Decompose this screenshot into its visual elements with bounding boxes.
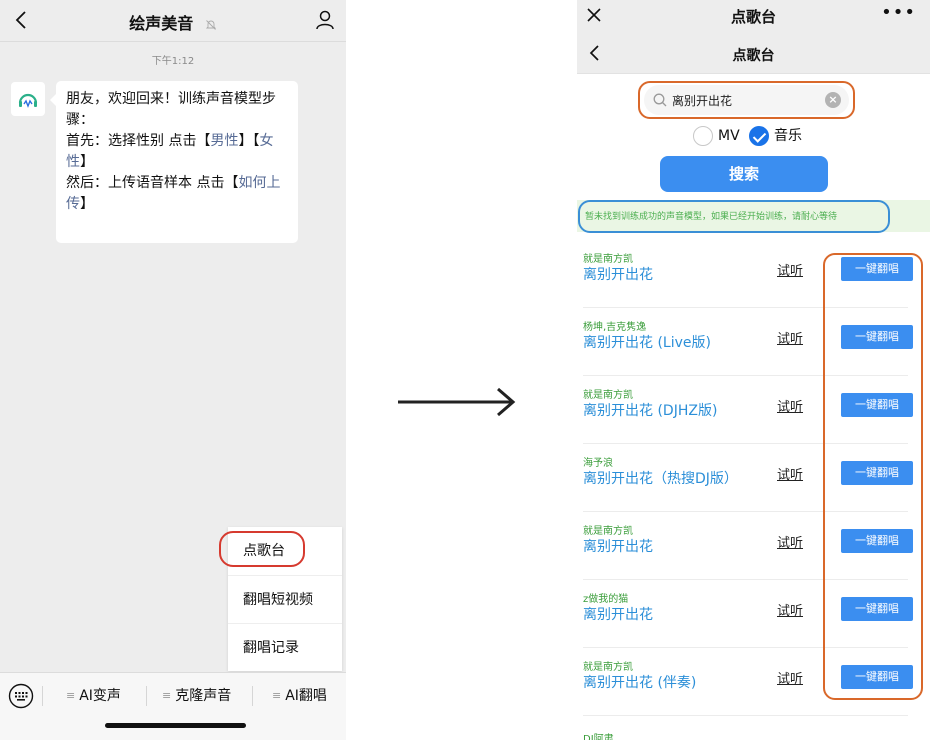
tab-divider xyxy=(42,686,43,706)
profile-person-icon[interactable] xyxy=(314,9,336,31)
upload-prefix: 然后：上传语音样本 点击【 xyxy=(66,175,239,191)
gender-mid: 】【 xyxy=(238,133,260,149)
result-song-title[interactable]: 离别开出花 (Live版) xyxy=(583,332,711,352)
listen-link[interactable]: 试听 xyxy=(777,532,803,551)
result-song-title[interactable]: 离别开出花 xyxy=(583,264,653,284)
topbar-title: 点歌台 xyxy=(730,8,776,26)
muted-bell-icon xyxy=(205,19,216,30)
miniprogram-topbar: 点歌台 ••• xyxy=(577,0,930,34)
notice-highlight-annotation xyxy=(578,200,890,233)
search-button[interactable]: 搜索 xyxy=(660,156,828,192)
menu-item-cover-history[interactable]: 翻唱记录 xyxy=(228,623,342,671)
home-indicator xyxy=(105,723,246,728)
welcome-message-bubble: 朋友，欢迎回来！训练声音模型步骤： 首先：选择性别 点击【男性】【女性】 然后：… xyxy=(50,81,298,243)
radio-music[interactable]: 音乐 xyxy=(749,125,802,147)
result-song-title[interactable]: 离别开出花 (伴奏) xyxy=(583,672,696,692)
menu-lines-icon: ≡ xyxy=(272,689,282,702)
keyboard-icon[interactable] xyxy=(8,683,34,709)
song-stage-screen: 点歌台 ••• 点歌台 × MV 音乐 搜索 暂未找到训练成功的声音模型，如果已… xyxy=(577,0,930,740)
bot-avatar[interactable] xyxy=(11,82,45,116)
message-line-gender: 首先：选择性别 点击【男性】【女性】 xyxy=(66,131,288,173)
result-artist: 海予浪 xyxy=(583,458,613,469)
result-artist: 就是南方凯 xyxy=(583,254,633,265)
wechat-chat-screen: 绘声美音 下午1:12 朋友，欢迎回来！训练声音模型步骤： 首先：选择性别 点击… xyxy=(0,0,346,740)
result-artist: 就是南方凯 xyxy=(583,662,633,673)
result-song-title[interactable]: 离别开出花 (DJHZ版) xyxy=(583,400,717,420)
radio-checked-icon xyxy=(749,126,769,146)
search-highlight-annotation xyxy=(638,81,855,119)
chat-title: 绘声美音 xyxy=(0,10,346,34)
page-navbar: 点歌台 xyxy=(577,34,930,74)
tab-ai-cover[interactable]: ≡ AI翻唱 xyxy=(272,683,327,709)
menu-lines-icon: ≡ xyxy=(66,689,76,702)
listen-link[interactable]: 试听 xyxy=(777,668,803,687)
listen-link[interactable]: 试听 xyxy=(777,600,803,619)
cover-buttons-highlight-annotation xyxy=(823,253,923,700)
tab-label: AI翻唱 xyxy=(285,688,327,704)
tab-clone-voice[interactable]: ≡ 克隆声音 xyxy=(162,683,231,709)
page-title: 点歌台 xyxy=(732,48,775,64)
message-line-intro: 朋友，欢迎回来！训练声音模型步骤： xyxy=(66,91,276,128)
result-artist: 就是南方凯 xyxy=(583,526,633,537)
tab-label: 克隆声音 xyxy=(175,688,232,704)
radio-unchecked-icon xyxy=(693,126,713,146)
gender-suffix: 】 xyxy=(80,154,94,170)
result-song-title[interactable]: 离别开出花 xyxy=(583,536,653,556)
row-divider xyxy=(583,715,908,716)
chat-title-text: 绘声美音 xyxy=(129,14,194,33)
result-artist: 就是南方凯 xyxy=(583,390,633,401)
result-artist: z做我的猫 xyxy=(583,594,629,605)
transition-arrow-icon xyxy=(398,387,516,417)
listen-link[interactable]: 试听 xyxy=(777,328,803,347)
result-artist: 杨坤,吉克隽逸 xyxy=(583,322,647,333)
menu-lines-icon: ≡ xyxy=(162,689,172,702)
message-line-upload: 然后：上传语音样本 点击【如何上传】 xyxy=(66,173,288,215)
result-song-title[interactable]: 离别开出花（热搜DJ版） xyxy=(583,468,738,488)
upload-suffix: 】 xyxy=(80,196,94,212)
more-options-icon[interactable]: ••• xyxy=(881,2,916,23)
male-link[interactable]: 男性 xyxy=(210,133,238,149)
partial-result-artist: DJ阿肃 xyxy=(583,734,614,740)
radio-music-label: 音乐 xyxy=(774,128,802,144)
tab-ai-voice-change[interactable]: ≡ AI变声 xyxy=(66,683,121,709)
chat-header: 绘声美音 xyxy=(0,0,346,42)
message-timestamp: 下午1:12 xyxy=(151,56,195,67)
tab-divider xyxy=(146,686,147,706)
listen-link[interactable]: 试听 xyxy=(777,396,803,415)
gender-prefix: 首先：选择性别 点击【 xyxy=(66,133,211,149)
bottom-menu-bar: ≡ AI变声 ≡ 克隆声音 ≡ AI翻唱 xyxy=(0,672,346,740)
headphones-icon xyxy=(18,93,38,108)
listen-link[interactable]: 试听 xyxy=(777,260,803,279)
menu-item-cover-video[interactable]: 翻唱短视频 xyxy=(228,575,342,623)
menu-highlight-annotation xyxy=(219,531,305,567)
result-song-title[interactable]: 离别开出花 xyxy=(583,604,653,624)
radio-mv-label: MV xyxy=(718,128,740,144)
tab-divider xyxy=(252,686,253,706)
tab-label: AI变声 xyxy=(79,688,121,704)
listen-link[interactable]: 试听 xyxy=(777,464,803,483)
radio-mv[interactable]: MV xyxy=(693,125,740,147)
